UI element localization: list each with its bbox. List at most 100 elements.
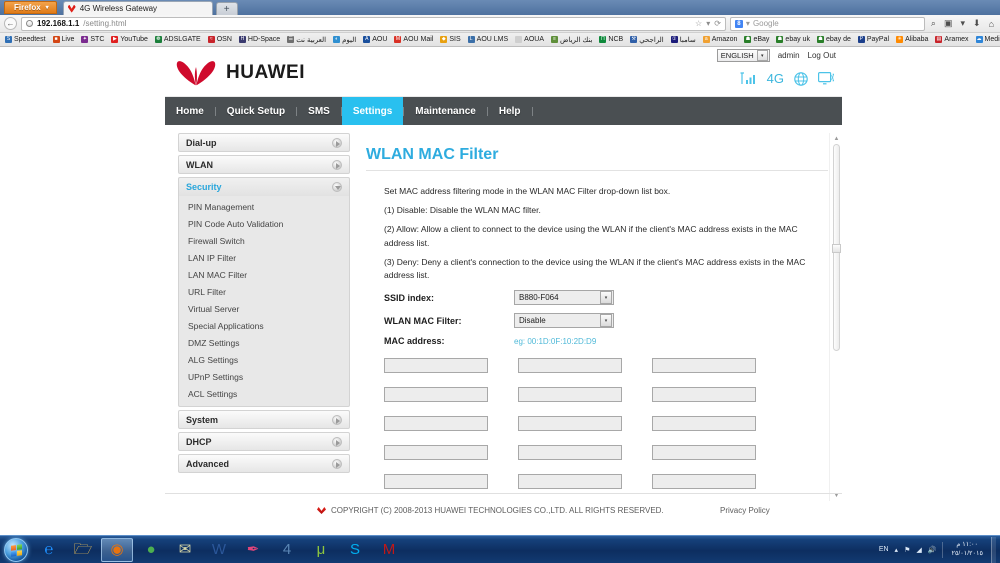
bookmark-item[interactable]: ✦ STC [78,36,107,43]
sidebar-item-pin-management[interactable]: PIN Management [179,198,349,215]
back-button[interactable]: ← [4,17,17,30]
mac-address-input[interactable] [384,474,488,490]
download-icon[interactable]: ⬇ [971,18,983,29]
bookmark-item[interactable]: ☁MediaFire [973,36,1000,43]
screenshot-icon[interactable]: ▣ [942,18,955,29]
home-icon[interactable]: ⌂ [987,19,996,29]
sidebar-group-dial-up[interactable]: Dial-up [178,133,350,152]
sidebar-group-dhcp[interactable]: DHCP [178,432,350,451]
bookmark-item[interactable]: ◐ اليوم [330,36,359,44]
mac-address-input[interactable] [518,358,622,374]
privacy-policy-link[interactable]: Privacy Policy [720,506,770,515]
chevron-down-icon[interactable]: ▾ [706,19,710,28]
network-icon[interactable]: ⚑ [904,546,910,554]
sidebar-item-firewall-switch[interactable]: Firewall Switch [179,232,349,249]
mac-address-input[interactable] [518,474,622,490]
start-button[interactable] [1,537,31,563]
address-bar[interactable]: 192.168.1.1 /setting.html ☆ ▾ ⟳ [21,16,726,31]
nav-item-sms[interactable]: SMS [297,97,341,125]
scroll-up-arrow[interactable]: ▲ [830,133,843,144]
bookmark-item[interactable]: ① سامبا [668,36,699,44]
chevron-down-icon[interactable]: ▾ [746,19,750,28]
sidebar-group-wlan[interactable]: WLAN [178,155,350,174]
bookmark-item[interactable]: P PayPal [855,36,892,43]
mac-address-input[interactable] [384,445,488,461]
sidebar-item-lan-mac-filter[interactable]: LAN MAC Filter [179,266,349,283]
nav-item-home[interactable]: Home [165,97,215,125]
bookmark-item[interactable]: ☰ العربية نت [284,36,329,44]
signal-icon[interactable]: ◢ [916,546,921,554]
sidebar-group-system[interactable]: System [178,410,350,429]
nav-item-settings[interactable]: Settings [341,97,404,125]
mac-address-input[interactable] [384,358,488,374]
chevron-right-icon[interactable] [332,436,342,447]
taskbar-utorrent[interactable]: μ [305,538,337,562]
bookmark-item[interactable]: H HD-Space [236,36,283,43]
nav-item-help[interactable]: Help [488,97,532,125]
scrollbar-track[interactable] [830,144,843,490]
bookmark-item[interactable]: AOUA [512,36,547,43]
show-desktop-button[interactable] [991,536,996,563]
firefox-menu-button[interactable]: Firefox ▾ [4,1,57,14]
chevron-down-icon[interactable]: ▾ [756,50,768,61]
bookmark-star-icon[interactable]: ☆ [695,19,702,28]
search-bar[interactable]: 8 ▾ Google [729,16,925,31]
bookmark-item[interactable]: ⚒ الراجحي [627,36,667,44]
bookmark-item[interactable]: ≈ OSN [205,36,235,43]
bookmark-item[interactable]: ☗ ebay uk [773,36,813,43]
bookmark-item[interactable]: ☗ eBay [741,36,772,43]
sidebar-item-virtual-server[interactable]: Virtual Server [179,300,349,317]
sidebar-item-special-applications[interactable]: Special Applications [179,317,349,334]
chevron-down-icon[interactable] [332,182,342,192]
logout-link[interactable]: Log Out [808,51,836,60]
bookmark-item[interactable]: S Speedtest [2,36,49,43]
mac-address-input[interactable] [518,387,622,403]
taskbar-mail-client[interactable]: ✉ [169,538,201,562]
sidebar-group-security[interactable]: Security [178,177,350,196]
bookmark-item[interactable]: ◆ SIS [437,36,463,43]
sidebar-item-pin-code-auto-validation[interactable]: PIN Code Auto Validation [179,215,349,232]
taskbar-internet-explorer[interactable]: ℮ [33,538,65,562]
mac-address-input[interactable] [652,474,756,490]
bookmark-item[interactable]: ☗ ebay de [814,36,854,43]
bookmark-item[interactable]: ✳ Alibaba [893,36,931,43]
chevron-right-icon[interactable] [332,159,342,170]
taskbar-mcafee[interactable]: M [373,538,405,562]
taskbar-windows-explorer[interactable]: 🗁 [67,538,99,562]
chevron-right-icon[interactable] [332,137,342,148]
bookmark-item[interactable]: a Amazon [700,36,741,43]
taskbar-app-four[interactable]: 4 [271,538,303,562]
page-scrollbar[interactable]: ▲ ▼ [829,133,842,501]
bookmark-item[interactable]: Π NCB [596,36,626,43]
reload-icon[interactable]: ⟳ [714,19,721,28]
ssid-index-select[interactable]: B880-F064 ▾ [514,290,614,306]
taskbar-firefox[interactable]: ◉ [101,537,133,562]
mac-address-input[interactable] [384,416,488,432]
tray-overflow-icon[interactable]: ▴ [895,546,899,554]
search-engine-icon[interactable]: 8 [734,19,743,28]
bookmark-item[interactable]: M AOU Mail [391,36,436,43]
language-indicator[interactable]: EN [879,546,889,553]
sidebar-item-url-filter[interactable]: URL Filter [179,283,349,300]
mac-address-input[interactable] [652,445,756,461]
wlan-mac-filter-select[interactable]: Disable ▾ [514,313,614,329]
mac-address-input[interactable] [384,387,488,403]
bookmark-item[interactable]: ■ Live [50,36,78,43]
scrollbar-grip[interactable] [832,244,841,253]
mac-address-input[interactable] [518,445,622,461]
chevron-down-icon[interactable]: ▾ [600,291,612,305]
taskbar-pinned-app[interactable]: ✒ [237,538,269,562]
bookmark-item[interactable]: A AOU [360,36,390,43]
clock[interactable]: ١١:٠٠ م ٢٥/٠١/٢٠١٥ [949,541,985,557]
taskbar-google-chrome[interactable]: ● [135,538,167,562]
bookmark-item[interactable]: ▶ YouTube [108,36,151,43]
bookmark-item[interactable]: ▤ Aramex [932,36,971,43]
sidebar-item-lan-ip-filter[interactable]: LAN IP Filter [179,249,349,266]
bookmark-item[interactable]: L AOU LMS [465,36,512,43]
chevron-down-icon[interactable]: ▾ [600,314,612,328]
mac-address-input[interactable] [652,416,756,432]
browser-tab-active[interactable]: 4G Wireless Gateway [62,1,213,15]
chevron-down-icon[interactable]: ▾ [958,18,967,29]
language-select[interactable]: ENGLISH ▾ [716,49,770,62]
new-tab-button[interactable]: + [215,2,238,15]
